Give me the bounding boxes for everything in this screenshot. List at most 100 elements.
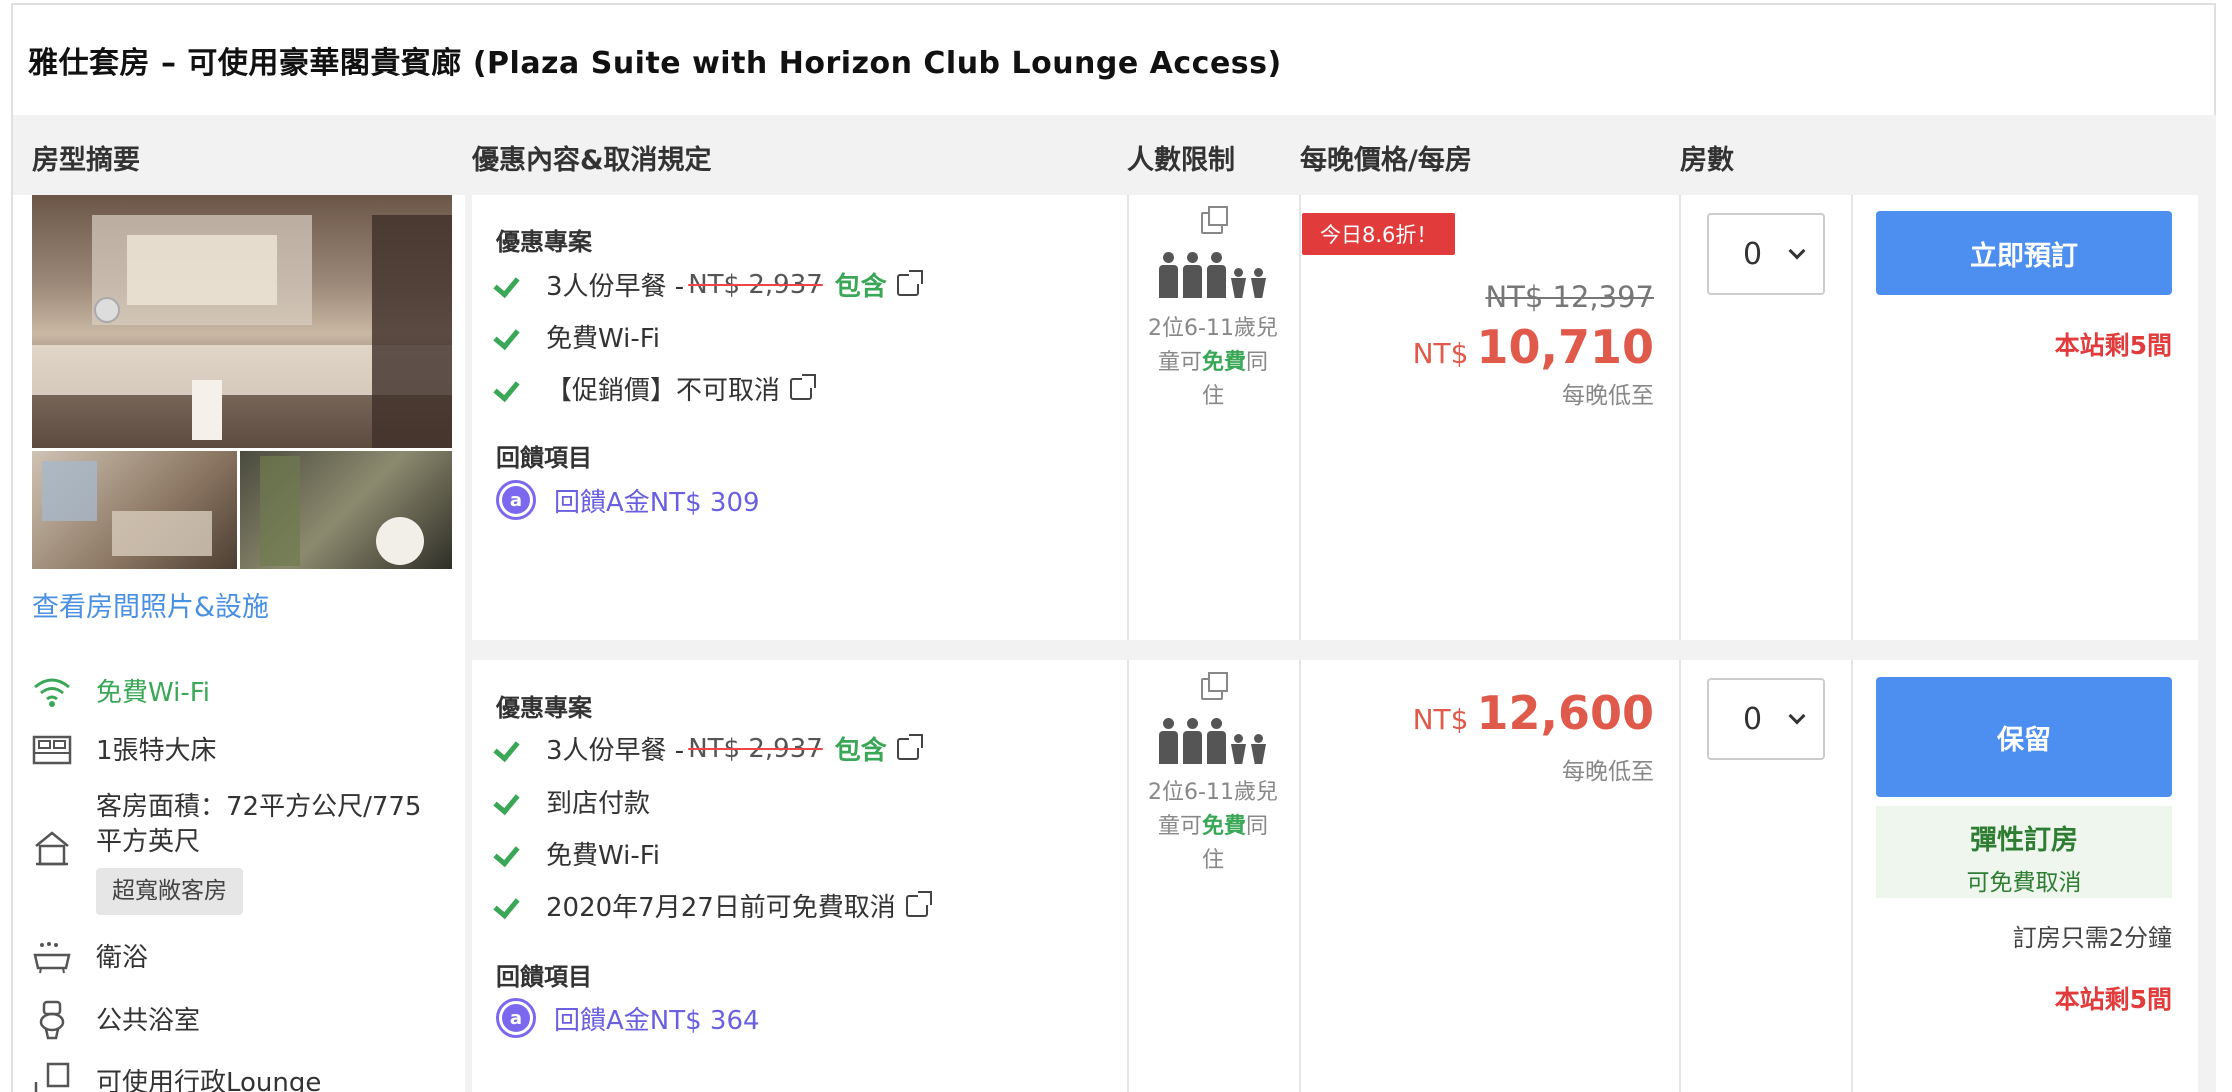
current-price: NT$ 12,600	[1360, 686, 1654, 740]
amenity-label: 可使用行政Lounge	[96, 1068, 322, 1092]
amenity-label: 免費Wi-Fi	[96, 678, 211, 708]
room-count-select[interactable]: 0	[1707, 678, 1825, 760]
reserve-button[interactable]: 保留	[1876, 677, 2172, 797]
child-note-line: 住	[1201, 384, 1224, 409]
child-policy-note: 2位6-11歲兒 童可免費同 住	[1143, 776, 1283, 878]
amenity-bed: 1張特大床	[30, 730, 217, 770]
column-price: 每晚價格/每房	[1300, 145, 1472, 176]
offer-benefit: 到店付款	[496, 783, 650, 820]
room-photo-thumb-2[interactable]	[240, 451, 452, 569]
child-note-line: 2位6-11歲兒	[1148, 316, 1278, 341]
amenity-label: 衛浴	[96, 943, 149, 973]
divider	[1127, 195, 1129, 640]
divider	[1127, 660, 1129, 1092]
price-currency: NT$	[1412, 703, 1469, 736]
divider	[1851, 660, 1853, 1092]
price-amount: 12,600	[1476, 686, 1654, 740]
offer-section-title: 優惠專案	[496, 694, 592, 722]
room-size-tag: 超寬敞客房	[96, 868, 243, 915]
chevron-down-icon	[1788, 242, 1806, 260]
divider	[1679, 195, 1681, 640]
benefit-label: 免費Wi-Fi	[546, 841, 661, 871]
breakfast-included: 包含	[834, 272, 887, 302]
child-note-text: 同	[1246, 814, 1269, 839]
check-icon	[496, 842, 524, 866]
quick-booking-note: 訂房只需2分鐘	[2012, 924, 2172, 952]
child-note-free: 免費	[1201, 350, 1246, 375]
offer-benefit: 【促銷價】不可取消	[496, 370, 817, 407]
column-rooms: 房數	[1680, 145, 1734, 176]
benefit-label: 2020年7月27日前可免費取消	[546, 893, 896, 923]
book-now-button[interactable]: 立即預訂	[1876, 211, 2172, 295]
check-icon	[496, 377, 524, 401]
room-count-value: 0	[1743, 236, 1763, 272]
per-night-label: 每晚低至	[1562, 759, 1654, 785]
offer-breakfast: 3人份早餐 - NT$ 2,937 包含	[496, 266, 923, 303]
bathtub-icon	[30, 937, 74, 977]
room-count-select[interactable]: 0	[1707, 213, 1825, 295]
divider	[1679, 660, 1681, 1092]
flex-title: 彈性訂房	[1970, 825, 2078, 856]
flex-subtitle: 可免費取消	[1966, 870, 2082, 896]
rooms-remaining: 本站剩5間	[2054, 985, 2172, 1014]
coin-icon: a	[496, 480, 536, 520]
view-photos-link[interactable]: 查看房間照片&設施	[32, 585, 269, 624]
check-icon	[496, 325, 524, 349]
breakfast-old-price: NT$ 2,937	[688, 733, 823, 764]
adult-icon	[1207, 252, 1226, 298]
breakfast-label: 3人份早餐 -	[546, 736, 685, 766]
original-price: NT$ 12,397	[1485, 280, 1654, 314]
reward-item: a 回饋A金NT$ 364	[496, 998, 760, 1038]
check-icon	[496, 737, 524, 761]
discount-badge: 今日8.6折！	[1302, 213, 1456, 255]
wifi-icon	[30, 672, 74, 712]
amenity-lounge: 可使用行政Lounge	[30, 1062, 321, 1092]
adult-icon	[1183, 718, 1202, 764]
price-amount: 10,710	[1476, 320, 1654, 374]
child-icon	[1231, 268, 1246, 298]
room-title: 雅仕套房 – 可使用豪華閣貴賓廊 (Plaza Suite with Horiz…	[28, 46, 1282, 81]
check-icon	[496, 273, 524, 297]
child-note-text: 同	[1246, 350, 1269, 375]
check-icon	[496, 894, 524, 918]
child-note-line: 住	[1201, 848, 1224, 873]
amenity-label: 公共浴室	[96, 1006, 201, 1036]
child-note-free: 免費	[1201, 814, 1246, 839]
reward-text: 回饋A金NT$ 364	[554, 1005, 760, 1036]
expand-icon[interactable]	[1201, 672, 1228, 700]
amenity-label: 客房面積：72平方公尺/775平方英尺	[96, 792, 422, 857]
amenity-toilet: 公共浴室	[30, 1000, 200, 1040]
offer-benefit: 免費Wi-Fi	[496, 835, 660, 872]
coin-icon: a	[496, 998, 536, 1038]
flexible-booking-box: 彈性訂房 可免費取消	[1876, 806, 2172, 898]
breakfast-label: 3人份早餐 -	[546, 272, 685, 302]
child-note-text: 童可	[1157, 814, 1202, 839]
rewards-title: 回饋項目	[496, 444, 592, 472]
external-link-icon[interactable]	[896, 269, 923, 296]
external-link-icon[interactable]	[790, 373, 817, 400]
amenity-label: 1張特大床	[96, 736, 217, 766]
offer-benefit: 免費Wi-Fi	[496, 318, 660, 355]
benefit-label: 到店付款	[546, 789, 651, 819]
house-icon	[30, 828, 74, 868]
amenity-size: 客房面積：72平方公尺/775平方英尺 超寬敞客房	[30, 790, 436, 915]
external-link-icon[interactable]	[896, 733, 923, 760]
room-photo-thumb-1[interactable]	[32, 451, 237, 569]
per-night-label: 每晚低至	[1562, 383, 1654, 409]
divider	[1299, 195, 1301, 640]
breakfast-old-price: NT$ 2,937	[688, 269, 823, 300]
child-icon	[1231, 734, 1246, 764]
divider	[1851, 195, 1853, 640]
lounge-icon	[30, 1062, 74, 1092]
rewards-title: 回饋項目	[496, 963, 592, 991]
external-link-icon[interactable]	[905, 890, 932, 917]
adult-icon	[1159, 252, 1178, 298]
expand-icon[interactable]	[1201, 206, 1228, 234]
reward-item: a 回饋A金NT$ 309	[496, 480, 760, 520]
offer-breakfast: 3人份早餐 - NT$ 2,937 包含	[496, 730, 923, 767]
divider	[1299, 660, 1301, 1092]
room-photo-main[interactable]	[32, 195, 452, 448]
rooms-remaining: 本站剩5間	[2054, 331, 2172, 360]
occupancy-icons	[1159, 718, 1266, 764]
column-occupancy: 人數限制	[1127, 145, 1235, 176]
